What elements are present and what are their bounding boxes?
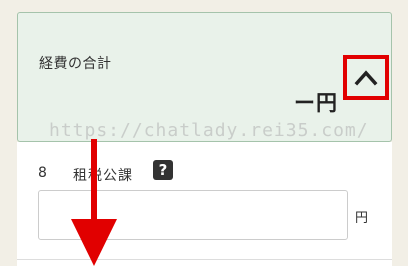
chevron-up-icon: [354, 70, 378, 86]
help-icon[interactable]: ?: [153, 160, 173, 180]
unit-label: 円: [355, 211, 369, 226]
annotation-arrow-down-icon: [71, 139, 117, 266]
field-number: 8: [38, 165, 47, 181]
collapse-toggle-button[interactable]: [343, 55, 389, 100]
expense-total-value: ー円: [294, 91, 338, 115]
expense-summary-title: 経費の合計: [39, 56, 112, 72]
watermark-text: https://chatlady.rei35.com/: [49, 120, 369, 141]
